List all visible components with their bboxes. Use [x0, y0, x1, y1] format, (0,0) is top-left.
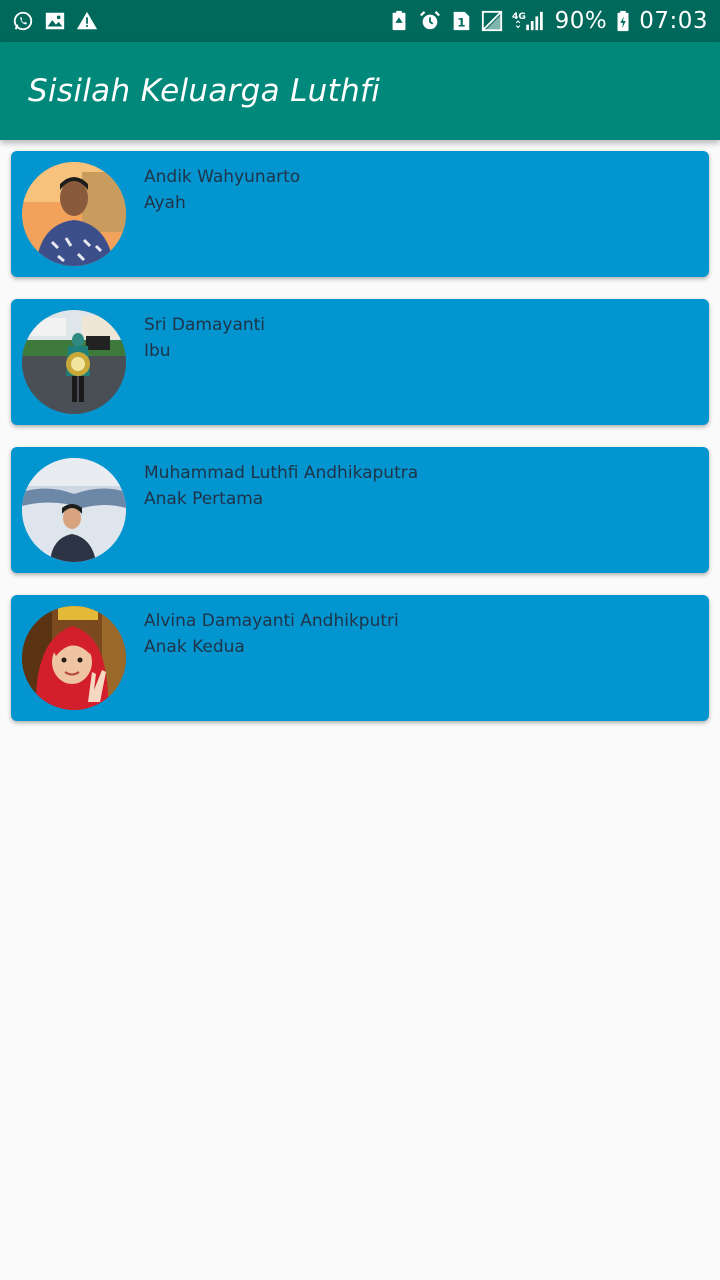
status-bar: 1 4G 90% 07:03 — [0, 0, 720, 42]
card-text: Alvina Damayanti Andhikputri Anak Kedua — [144, 608, 399, 660]
battery-percentage: 90% — [554, 8, 608, 34]
status-bar-system: 1 4G 90% 07:03 — [388, 8, 708, 34]
sim-1-icon: 1 — [450, 10, 472, 32]
svg-text:4G: 4G — [512, 11, 526, 22]
warning-icon — [76, 10, 98, 32]
avatar — [22, 162, 126, 266]
battery-saver-icon — [388, 10, 410, 32]
avatar — [22, 458, 126, 562]
image-icon — [44, 10, 66, 32]
whatsapp-icon — [12, 10, 34, 32]
svg-text:1: 1 — [457, 16, 465, 30]
family-member-name: Andik Wahyunarto — [144, 167, 301, 187]
status-bar-notifications — [12, 10, 98, 32]
alarm-icon — [419, 10, 441, 32]
family-member-name: Muhammad Luthfi Andhikaputra — [144, 463, 419, 483]
card-text: Andik Wahyunarto Ayah — [144, 164, 300, 216]
family-member-role: Ayah — [144, 193, 186, 213]
family-card-anak-kedua[interactable]: Alvina Damayanti Andhikputri Anak Kedua — [11, 595, 709, 721]
family-member-role: Ibu — [144, 341, 171, 361]
family-member-name: Sri Damayanti — [144, 315, 266, 335]
app-title: Sisilah Keluarga Luthfi — [28, 73, 381, 109]
family-card-anak-pertama[interactable]: Muhammad Luthfi Andhikaputra Anak Pertam… — [11, 447, 709, 573]
no-signal-icon — [481, 10, 503, 32]
family-list: Andik Wahyunarto Ayah Sri Damayanti Ibu … — [11, 151, 709, 743]
family-member-role: Anak Kedua — [144, 637, 245, 657]
family-member-name: Alvina Damayanti Andhikputri — [144, 611, 399, 631]
family-card-ibu[interactable]: Sri Damayanti Ibu — [11, 299, 709, 425]
battery-charging-icon — [616, 10, 630, 32]
avatar — [22, 310, 126, 414]
app-bar: Sisilah Keluarga Luthfi — [0, 42, 720, 140]
card-text: Muhammad Luthfi Andhikaputra Anak Pertam… — [144, 460, 418, 512]
4g-signal-icon: 4G — [512, 10, 546, 32]
avatar — [22, 606, 126, 710]
card-text: Sri Damayanti Ibu — [144, 312, 265, 364]
family-member-role: Anak Pertama — [144, 489, 264, 509]
clock-time: 07:03 — [639, 8, 708, 34]
family-card-ayah[interactable]: Andik Wahyunarto Ayah — [11, 151, 709, 277]
